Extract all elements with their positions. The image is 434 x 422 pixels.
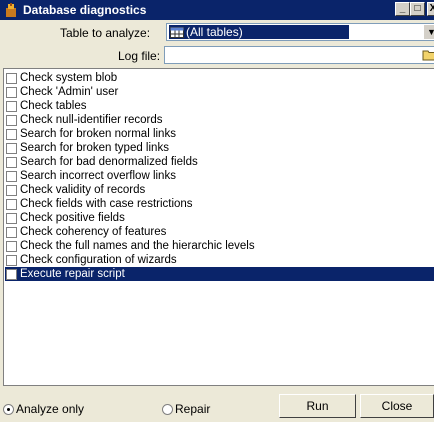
check-item[interactable]: Search for broken typed links	[5, 141, 434, 155]
window-title: Database diagnostics	[23, 3, 147, 17]
check-item-label: Check positive fields	[20, 212, 125, 224]
minimize-button[interactable]: _	[395, 2, 410, 16]
checks-list[interactable]: Check system blob Check 'Admin' user Che…	[3, 68, 434, 386]
checkbox[interactable]	[6, 128, 17, 140]
chevron-down-icon[interactable]: ▼	[423, 25, 434, 39]
log-file-label: Log file:	[118, 49, 161, 63]
analyze-only-label: Analyze only	[16, 402, 85, 416]
checkbox[interactable]	[6, 184, 17, 196]
checkbox[interactable]	[6, 156, 17, 168]
check-item[interactable]: Check fields with case restrictions	[5, 197, 434, 211]
check-item-selected[interactable]: Execute repair script	[5, 267, 434, 281]
checkbox[interactable]	[6, 114, 17, 126]
check-item[interactable]: Check positive fields	[5, 211, 434, 225]
check-item[interactable]: Check tables	[5, 99, 434, 113]
checkbox[interactable]	[6, 212, 17, 224]
check-item-label: Check coherency of features	[20, 226, 167, 238]
repair-radio[interactable]: Repair	[162, 402, 210, 416]
check-item-label: Check fields with case restrictions	[20, 198, 193, 210]
check-item[interactable]: Check coherency of features	[5, 225, 434, 239]
check-item[interactable]: Search for bad denormalized fields	[5, 155, 434, 169]
analyze-only-radio[interactable]: Analyze only	[3, 402, 84, 416]
check-item[interactable]: Search for broken normal links	[5, 127, 434, 141]
check-item-label: Check system blob	[20, 72, 118, 84]
check-item-label: Search for broken typed links	[20, 142, 169, 154]
close-button[interactable]: Close	[360, 394, 434, 418]
app-icon	[6, 3, 16, 17]
radio-off-icon	[162, 403, 173, 415]
table-to-analyze-select[interactable]: (All tables) ▼	[166, 23, 434, 41]
bottom-bar: Analyze only Repair Run Close	[0, 394, 434, 422]
checkbox[interactable]	[6, 240, 17, 252]
table-select-text: (All tables)	[186, 25, 243, 39]
database-diagnostics-dialog: Database diagnostics _ □ X Table to anal…	[0, 0, 434, 422]
checkbox[interactable]	[6, 226, 17, 238]
radio-on-icon	[3, 403, 14, 415]
check-item-label: Check the full names and the hierarchic …	[20, 240, 255, 252]
check-item[interactable]: Check 'Admin' user	[5, 85, 434, 99]
check-item-label: Search for broken normal links	[20, 128, 176, 140]
table-icon	[170, 26, 184, 38]
table-to-analyze-label: Table to analyze:	[60, 26, 151, 40]
check-item-label: Execute repair script	[20, 268, 125, 280]
check-item-label: Search incorrect overflow links	[20, 170, 176, 182]
maximize-button[interactable]: □	[410, 2, 425, 16]
check-item-label: Check null-identifier records	[20, 114, 163, 126]
log-file-input[interactable]	[164, 46, 434, 64]
check-item-label: Check configuration of wizards	[20, 254, 177, 266]
checkbox[interactable]	[6, 268, 17, 280]
run-button[interactable]: Run	[279, 394, 356, 418]
checkbox[interactable]	[6, 72, 17, 84]
check-item-label: Check 'Admin' user	[20, 86, 119, 98]
checkbox[interactable]	[6, 198, 17, 210]
checkbox[interactable]	[6, 254, 17, 266]
check-item[interactable]: Check null-identifier records	[5, 113, 434, 127]
folder-icon[interactable]	[422, 47, 434, 62]
check-item[interactable]: Check system blob	[5, 71, 434, 85]
repair-label: Repair	[175, 402, 211, 416]
check-item[interactable]: Search incorrect overflow links	[5, 169, 434, 183]
close-window-button[interactable]: X	[427, 2, 434, 16]
checkbox[interactable]	[6, 100, 17, 112]
check-item-label: Search for bad denormalized fields	[20, 156, 198, 168]
check-item-label: Check validity of records	[20, 184, 146, 196]
check-item[interactable]: Check validity of records	[5, 183, 434, 197]
checkbox[interactable]	[6, 170, 17, 182]
check-item-label: Check tables	[20, 100, 87, 112]
check-item[interactable]: Check the full names and the hierarchic …	[5, 239, 434, 253]
checkbox[interactable]	[6, 86, 17, 98]
title-bar[interactable]: Database diagnostics _ □ X	[0, 0, 434, 20]
checkbox[interactable]	[6, 142, 17, 154]
check-item[interactable]: Check configuration of wizards	[5, 253, 434, 267]
table-select-value: (All tables)	[169, 25, 349, 39]
